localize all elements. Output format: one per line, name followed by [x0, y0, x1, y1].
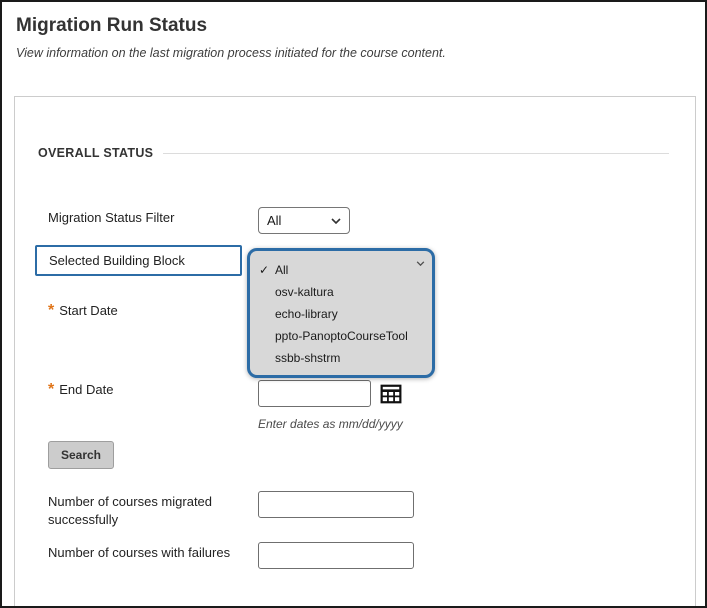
end-date-row: * End Date [48, 382, 113, 398]
courses-failures-input[interactable] [258, 542, 414, 569]
start-date-label: Start Date [59, 303, 118, 318]
dropdown-option-osv-kaltura[interactable]: osv-kaltura [250, 281, 432, 303]
dropdown-option-label: osv-kaltura [275, 285, 334, 299]
start-date-row: * Start Date [48, 303, 118, 319]
end-date-label: End Date [59, 382, 113, 397]
chevron-down-icon [331, 218, 341, 224]
end-date-calendar-button[interactable] [377, 380, 405, 408]
dropdown-option-all[interactable]: ✓ All [250, 259, 432, 281]
dropdown-option-echo-library[interactable]: echo-library [250, 303, 432, 325]
courses-migrated-label: Number of courses migrated successfully [48, 493, 253, 529]
dropdown-option-label: ppto-PanoptoCourseTool [275, 329, 408, 343]
building-block-dropdown: ✓ All osv-kaltura echo-library ppto-Pano… [247, 248, 435, 378]
section-title: OVERALL STATUS [38, 146, 153, 160]
migration-status-filter-label: Migration Status Filter [48, 210, 174, 225]
courses-migrated-input[interactable] [258, 491, 414, 518]
required-asterisk: * [48, 303, 54, 319]
search-button[interactable]: Search [48, 441, 114, 469]
dropdown-option-label: All [275, 263, 288, 277]
section-divider [163, 153, 669, 154]
selected-building-block-label-box: Selected Building Block [35, 245, 242, 276]
migration-run-status-page: Migration Run Status View information on… [0, 0, 707, 608]
selected-building-block-label: Selected Building Block [49, 253, 185, 268]
dropdown-option-label: echo-library [275, 307, 338, 321]
dropdown-option-ppto-panopto[interactable]: ppto-PanoptoCourseTool [250, 325, 432, 347]
required-asterisk: * [48, 382, 54, 398]
dropdown-option-label: ssbb-shstrm [275, 351, 340, 365]
page-subtitle: View information on the last migration p… [16, 46, 446, 60]
migration-status-filter-select[interactable]: All [258, 207, 350, 234]
calendar-icon [380, 383, 402, 405]
migration-status-filter-value: All [267, 213, 281, 228]
dropdown-option-ssbb-shstrm[interactable]: ssbb-shstrm [250, 347, 432, 369]
content-panel: OVERALL STATUS Migration Status Filter A… [14, 96, 696, 608]
end-date-input[interactable] [258, 380, 371, 407]
courses-failures-label: Number of courses with failures [48, 545, 230, 560]
section-heading: OVERALL STATUS [38, 146, 669, 160]
checkmark-icon: ✓ [259, 259, 269, 281]
date-format-hint: Enter dates as mm/dd/yyyy [258, 417, 403, 431]
page-title: Migration Run Status [16, 15, 207, 37]
